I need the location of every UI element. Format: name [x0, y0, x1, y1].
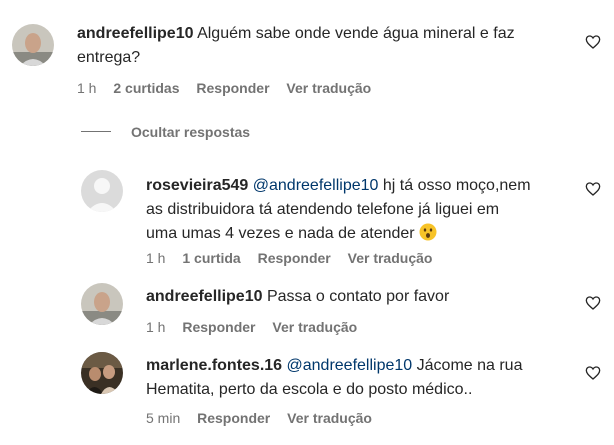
reply-time: 1 h [146, 250, 166, 266]
translate-button[interactable]: Ver tradução [272, 318, 357, 336]
reply-body: Jácome na rua [416, 357, 523, 374]
avatar[interactable] [81, 352, 123, 394]
hushed-face-icon [419, 223, 437, 241]
translate-button[interactable]: Ver tradução [348, 249, 433, 267]
comment-time: 1 h [77, 80, 97, 96]
reply-username[interactable]: andreefellipe10 [146, 288, 263, 305]
translate-button[interactable]: Ver tradução [286, 79, 371, 97]
mention-link[interactable]: @andreefellipe10 [253, 177, 379, 194]
reply-body: hj tá osso moço,nem [382, 177, 531, 194]
divider-line [81, 131, 111, 132]
reply-time: 5 min [146, 410, 181, 426]
comment-meta: 1 h 2 curtidas Responder Ver tradução [77, 79, 384, 97]
mention-link[interactable]: @andreefellipe10 [287, 357, 413, 374]
reply-text: andreefellipe10 Passa o contato por favo… [146, 285, 576, 309]
reply-button[interactable]: Responder [196, 79, 269, 97]
like-heart-icon[interactable] [585, 365, 601, 381]
reply-meta: 5 min Responder Ver tradução [146, 409, 385, 427]
comment-body-continued: entrega? [77, 49, 141, 66]
reply-meta: 1 h Responder Ver tradução [146, 318, 370, 336]
reply-username[interactable]: rosevieira549 [146, 177, 248, 194]
like-heart-icon[interactable] [585, 181, 601, 197]
reply-button[interactable]: Responder [182, 318, 255, 336]
comment-username[interactable]: andreefellipe10 [77, 25, 194, 42]
reply-username[interactable]: marlene.fontes.16 [146, 357, 282, 374]
translate-button[interactable]: Ver tradução [287, 409, 372, 427]
reply-likes-button[interactable]: 1 curtida [182, 249, 240, 267]
reply-meta: 1 h 1 curtida Responder Ver tradução [146, 249, 445, 267]
like-heart-icon[interactable] [585, 34, 601, 50]
avatar[interactable] [81, 170, 123, 212]
comment-likes-button[interactable]: 2 curtidas [113, 79, 179, 97]
comment-text: andreefellipe10 Alguém sabe onde vende á… [77, 22, 577, 70]
like-heart-icon[interactable] [585, 295, 601, 311]
avatar[interactable] [81, 283, 123, 325]
hide-replies-button[interactable]: Ocultar respostas [131, 123, 250, 141]
avatar[interactable] [12, 24, 54, 66]
reply-text: marlene.fontes.16 @andreefellipe10 Jácom… [146, 354, 576, 402]
reply-body-continued: as distribuidora tá atendendo telefone j… [146, 201, 500, 218]
reply-body-continued: uma umas 4 vezes e nada de atender [146, 225, 415, 242]
reply-button[interactable]: Responder [258, 249, 331, 267]
reply-button[interactable]: Responder [197, 409, 270, 427]
reply-body: Passa o contato por favor [266, 288, 450, 305]
comment-body: Alguém sabe onde vende água mineral e fa… [197, 25, 515, 42]
reply-time: 1 h [146, 319, 166, 335]
reply-text: rosevieira549 @andreefellipe10 hj tá oss… [146, 174, 576, 246]
reply-body-continued: Hematita, perto da escola e do posto méd… [146, 381, 473, 398]
